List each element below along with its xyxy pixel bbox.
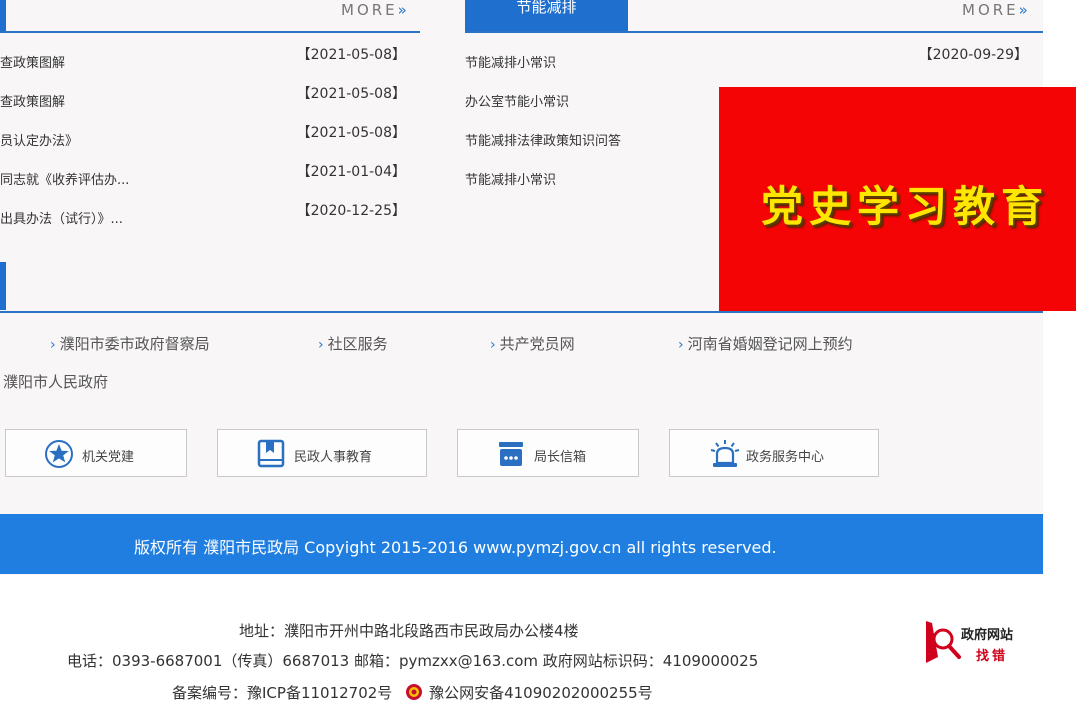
news-title[interactable]: 办公室节能小常识	[465, 91, 569, 110]
list-item[interactable]: 出具办法（试行）》... 【2020-12-25】	[0, 200, 420, 239]
link-marriage-booking[interactable]: › 河南省婚姻登记网上预约	[678, 333, 853, 354]
copyright-text: 版权所有 濮阳市民政局 Copyight 2015-2016 www.pymzj…	[134, 538, 777, 557]
link-label: 共产党员网	[499, 335, 575, 353]
news-list-left: 查政策图解 【2021-05-08】 查政策图解 【2021-05-08】 员认…	[0, 44, 420, 239]
quick-button-service-center[interactable]: 政务服务中心	[669, 429, 879, 477]
copyright-bar: 版权所有 濮阳市民政局 Copyight 2015-2016 www.pymzj…	[0, 514, 1043, 574]
double-chevron-right-icon: »	[397, 1, 407, 19]
news-title[interactable]: 节能减排小常识	[465, 169, 556, 188]
police-badge-icon	[406, 684, 423, 700]
section-divider	[0, 311, 1043, 313]
list-item[interactable]: 员认定办法》 【2021-05-08】	[0, 122, 420, 161]
more-label: MORE	[962, 1, 1019, 19]
chevron-right-icon: ›	[50, 337, 56, 353]
news-date: 【2020-09-29】	[918, 47, 1028, 63]
footer-contact: 电话：0393-6687001（传真）6687013 邮箱：pymzxx@163…	[67, 652, 759, 670]
list-item[interactable]: 同志就《收养评估办... 【2021-01-04】	[0, 161, 420, 200]
error-report-line1: 政府网站	[961, 628, 1014, 643]
news-panel-left: MORE» 查政策图解 【2021-05-08】 查政策图解 【2021-05-…	[0, 0, 420, 312]
more-link-left[interactable]: MORE»	[341, 0, 407, 20]
tab-energy-saving[interactable]: 节能减排	[465, 0, 628, 31]
quick-button-label: 政务服务中心	[746, 450, 825, 465]
chevron-right-icon: ›	[678, 337, 684, 353]
gov-site-error-report[interactable]: 政府网站 找错	[924, 619, 1024, 665]
chevron-right-icon: ›	[490, 337, 496, 353]
panel-top-line	[465, 31, 1043, 33]
quick-button-label: 民政人事教育	[294, 450, 373, 465]
mailbox-icon	[499, 442, 523, 466]
link-supervision-bureau[interactable]: › 濮阳市委市政府督察局	[50, 333, 210, 354]
news-date: 【2021-01-04】	[296, 164, 406, 180]
news-title[interactable]: 查政策图解	[0, 91, 65, 110]
link-party-member-net[interactable]: › 共产党员网	[490, 333, 575, 354]
icp-record-link[interactable]: 备案编号：豫ICP备11012702号	[172, 684, 392, 702]
news-date: 【2021-05-08】	[296, 47, 406, 63]
banner-text: 党史学习教育	[761, 182, 1050, 231]
service-bell-icon	[710, 440, 740, 467]
link-community-service[interactable]: › 社区服务	[318, 333, 388, 354]
panel-top-line	[0, 31, 420, 33]
news-title[interactable]: 出具办法（试行）》...	[0, 208, 123, 227]
link-city-government[interactable]: 濮阳市人民政府	[3, 371, 108, 392]
quick-button-director-mailbox[interactable]: 局长信箱	[457, 429, 639, 477]
footer-address: 地址：濮阳市开州中路北段路西市民政局办公楼4楼	[239, 622, 579, 640]
more-label: MORE	[341, 1, 398, 19]
news-title[interactable]: 员认定办法》	[0, 130, 78, 149]
link-label: 濮阳市人民政府	[3, 373, 109, 391]
quick-button-party-building[interactable]: 机关党建	[5, 429, 187, 477]
news-title[interactable]: 查政策图解	[0, 52, 65, 71]
link-label: 河南省婚姻登记网上预约	[687, 335, 853, 353]
link-label: 社区服务	[327, 335, 388, 353]
news-title[interactable]: 节能减排法律政策知识问答	[465, 130, 621, 149]
error-report-line2: 找错	[976, 649, 1009, 664]
list-item[interactable]: 节能减排小常识 【2020-09-29】	[465, 44, 1043, 83]
panel-tab-accent	[0, 0, 6, 33]
news-title[interactable]: 同志就《收养评估办...	[0, 169, 129, 188]
quick-button-label: 机关党建	[82, 450, 135, 465]
news-title[interactable]: 节能减排小常识	[465, 52, 556, 71]
book-icon	[257, 439, 285, 468]
double-chevron-right-icon: »	[1018, 1, 1028, 19]
party-history-banner[interactable]: 党史学习教育	[719, 87, 1076, 311]
star-circle-icon	[45, 440, 73, 468]
quick-button-hr-education[interactable]: 民政人事教育	[217, 429, 427, 477]
more-link-right[interactable]: MORE»	[962, 0, 1028, 20]
news-date: 【2021-05-08】	[296, 86, 406, 102]
magnifier-flag-icon	[926, 621, 961, 663]
chevron-right-icon: ›	[318, 337, 324, 353]
news-date: 【2020-12-25】	[296, 203, 406, 219]
friendly-links: › 濮阳市委市政府督察局 › 社区服务 › 共产党员网 › 河南省婚姻登记网上预约 濮阳…	[0, 330, 1043, 392]
news-date: 【2021-05-08】	[296, 125, 406, 141]
police-record-link[interactable]: 豫公网安备41090202000255号	[429, 684, 653, 702]
quick-button-label: 局长信箱	[534, 450, 587, 465]
footer-record: 备案编号：豫ICP备11012702号 豫公网安备41090202000255号	[172, 682, 653, 703]
list-item[interactable]: 查政策图解 【2021-05-08】	[0, 83, 420, 122]
link-label: 濮阳市委市政府督察局	[59, 335, 210, 353]
panel-tab-accent-bottom	[0, 262, 6, 310]
list-item[interactable]: 查政策图解 【2021-05-08】	[0, 44, 420, 83]
